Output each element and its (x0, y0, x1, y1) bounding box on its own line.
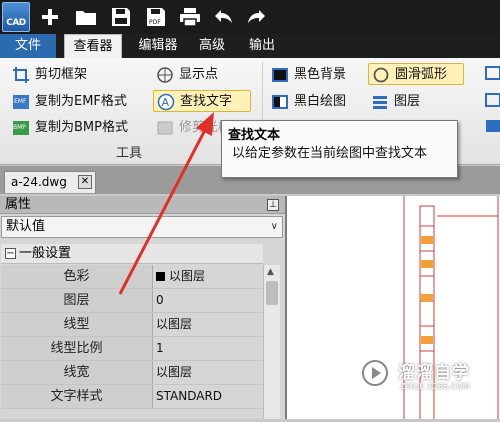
watermark-url: ZIXUE.3D66.COM (400, 382, 470, 391)
watermark-brand: 溜溜自学 (398, 363, 470, 383)
watermark-play-icon (356, 354, 394, 392)
watermark: 溜溜自学 ZIXUE.3D66.COM (356, 354, 496, 412)
